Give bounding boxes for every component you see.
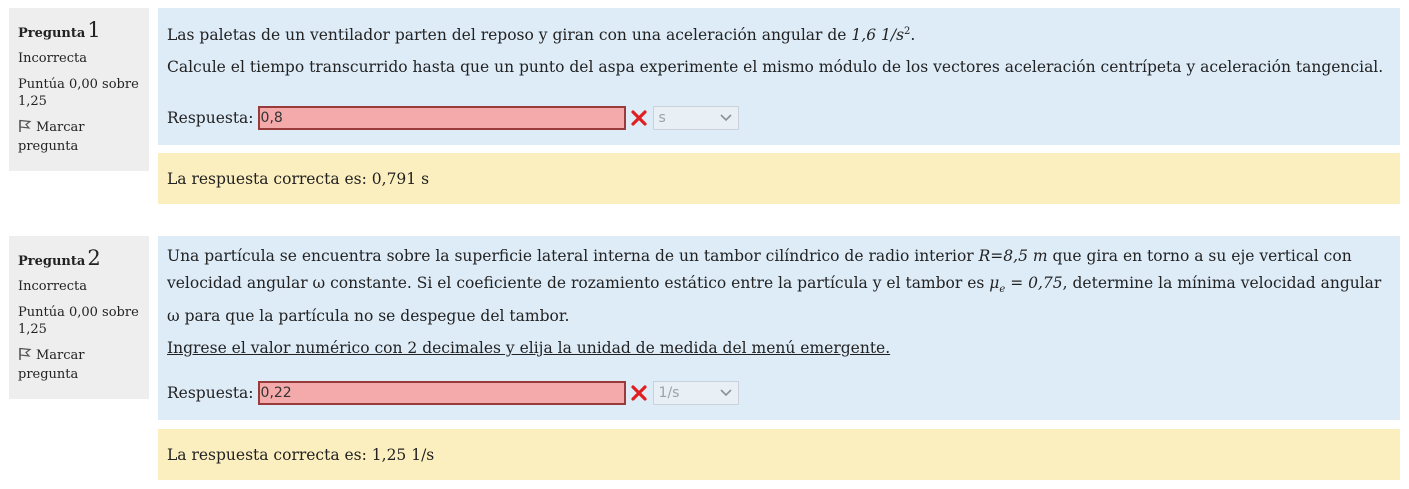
- question-text: Una partícula se encuentra sobre la supe…: [167, 247, 1382, 326]
- flag-icon: [19, 347, 32, 360]
- incorrect-icon: [630, 385, 647, 401]
- question-grade: Puntúa 0,00 sobre 1,25: [18, 305, 139, 337]
- question-grade: Puntúa 0,00 sobre 1,25: [18, 77, 139, 109]
- unit-select[interactable]: s: [652, 106, 739, 130]
- chevron-down-icon: [719, 389, 732, 397]
- flag-question-button[interactable]: Marcar pregunta: [18, 118, 141, 156]
- flag-question-button[interactable]: Marcar pregunta: [18, 346, 141, 384]
- question-state: Incorrecta: [18, 51, 87, 66]
- answer-label: Respuesta:: [167, 384, 254, 402]
- correct-answer-feedback: La respuesta correcta es: 1,25 1/s: [158, 429, 1400, 480]
- question-content: Las paletas de un ventilador parten del …: [158, 8, 1400, 145]
- answer-label: Respuesta:: [167, 109, 254, 127]
- answer-input[interactable]: 0,8: [257, 106, 626, 130]
- answer-row: Respuesta: 0,22 1/s: [167, 379, 739, 407]
- question-state: Incorrecta: [18, 279, 87, 294]
- question-instruction: Calcule el tiempo transcurrido hasta que…: [167, 58, 1384, 77]
- correct-answer-feedback: La respuesta correcta es: 0,791 s: [158, 153, 1400, 204]
- question-info-panel: Pregunta2 Incorrecta Puntúa 0,00 sobre 1…: [9, 236, 149, 399]
- flag-icon: [19, 119, 32, 132]
- chevron-down-icon: [719, 114, 732, 122]
- unit-select[interactable]: 1/s: [652, 381, 739, 405]
- question-text: Las paletas de un ventilador parten del …: [167, 26, 916, 45]
- question-label: Pregunta1: [18, 18, 101, 42]
- question-instruction: Ingrese el valor numérico con 2 decimale…: [167, 339, 891, 358]
- incorrect-icon: [630, 110, 647, 126]
- answer-row: Respuesta: 0,8 s: [167, 104, 739, 132]
- question-label: Pregunta2: [18, 246, 101, 270]
- answer-input[interactable]: 0,22: [257, 381, 626, 405]
- question-info-panel: Pregunta1 Incorrecta Puntúa 0,00 sobre 1…: [9, 8, 149, 171]
- question-content: Una partícula se encuentra sobre la supe…: [158, 236, 1400, 420]
